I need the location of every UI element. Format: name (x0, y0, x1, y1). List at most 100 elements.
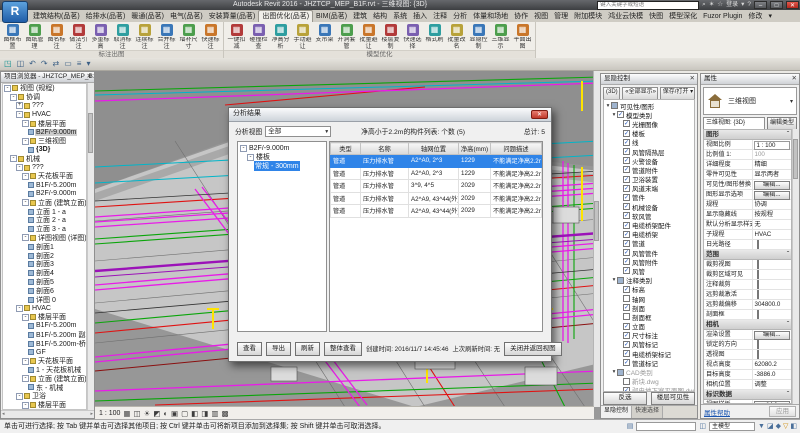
tree-item-{3D}[interactable]: {3D} (3, 146, 86, 155)
ribbon-button-图名标注[interactable]: ▦图名标注 (46, 23, 67, 50)
close-icon[interactable]: ✕ (792, 74, 797, 83)
table-row[interactable]: 管道压力排水管A2^A0, 2^31229不能满足净高2.2m (331, 167, 542, 180)
tab-暖通(品茗)[interactable]: 暖通(品茗) (128, 11, 167, 22)
dialog-button-整体查看[interactable]: 整体查看 (324, 342, 362, 356)
checkbox-checked[interactable] (617, 111, 624, 118)
ribbon-button-取消标注[interactable]: ▦取消标注 (112, 23, 133, 50)
ribbon-button-一键扣减[interactable]: ▦一键扣减 (226, 23, 247, 50)
checkbox-unchecked[interactable] (757, 290, 759, 299)
tab-建筑[interactable]: 建筑 (350, 11, 370, 22)
editable-only-icon[interactable]: ▼ (758, 420, 765, 433)
tree-expander-icon[interactable]: - (22, 314, 29, 321)
vis-category-轴网[interactable]: 轴网 (604, 294, 694, 303)
crop-view-icon[interactable]: ▣ (171, 409, 178, 418)
checkbox-checked[interactable] (623, 185, 630, 192)
tree-item-B1F/-5.200m-桥架[interactable]: B1F/-5.200m-桥架 (3, 339, 86, 348)
panel-tab-快速选择[interactable]: 快速选择 (632, 406, 663, 418)
property-section-相机[interactable]: 相机ˆ (704, 320, 791, 330)
checkbox-checked[interactable] (623, 286, 630, 293)
tree-item-机械[interactable]: -机械 (3, 154, 86, 163)
tree-expander-icon[interactable]: - (22, 402, 29, 409)
tab-体量和场地[interactable]: 体量和场地 (470, 11, 511, 22)
tab-出图优化(品茗)[interactable]: 出图优化(品茗) (258, 10, 313, 22)
selection-box-icon[interactable]: ▩ (221, 409, 228, 418)
properties-header[interactable]: 属性 ✕ (701, 74, 799, 85)
checkbox-checked[interactable] (623, 176, 630, 183)
user-interface-icon[interactable]: ▾ (86, 58, 90, 70)
dialog-close-return-button[interactable]: 关闭并返回视图 (504, 342, 562, 356)
dialog-tree-B2F/-9.000m[interactable]: -B2F/-9.000m (238, 144, 326, 153)
vis-category-光栅图像[interactable]: 光栅图像 (604, 119, 694, 128)
ribbon-button-批量避让[interactable]: ▦批量避让 (358, 23, 379, 50)
ribbon-button-多重标高[interactable]: ▦多重标高 (90, 23, 111, 50)
tree-expander-icon[interactable]: - (22, 234, 29, 241)
table-row[interactable]: 管道压力排水管A2^A9, 43^44(外)2029不能满足净高2.2m (331, 192, 542, 205)
lock-3d-icon[interactable]: ▥ (211, 409, 218, 418)
tree-expander-icon[interactable]: - (22, 375, 29, 382)
checkbox-checked[interactable] (623, 258, 630, 265)
ribbon-button-三维显示[interactable]: ▦三维显示 (490, 23, 511, 50)
close-button[interactable]: ✕ (786, 1, 799, 9)
tab-鸿业云快模[interactable]: 鸿业云快模 (605, 11, 646, 22)
ribbon-button-净高分析[interactable]: ▦净高分析 (270, 23, 291, 50)
tab-插入[interactable]: 插入 (410, 11, 430, 22)
ribbon-button-做法引注[interactable]: ▦做法引注 (68, 23, 89, 50)
close-icon[interactable]: ✕ (690, 74, 695, 83)
checkbox-unchecked[interactable] (757, 240, 759, 249)
application-menu-button[interactable]: R (2, 1, 28, 23)
plugin-icon[interactable]: ◳ (4, 58, 12, 70)
property-section-标识数据[interactable]: 标识数据ˆ (704, 390, 791, 400)
properties-scrollbar[interactable] (792, 129, 799, 404)
checkbox-partial[interactable] (617, 277, 624, 284)
tree-item-天花板平面[interactable]: -天花板平面 (3, 172, 86, 181)
exclude-options-icon[interactable]: ◪ (767, 420, 774, 433)
tab-结构[interactable]: 结构 (370, 11, 390, 22)
tab-安装算量(品茗)[interactable]: 安装算量(品茗) (206, 11, 259, 22)
checkbox-checked[interactable] (623, 323, 630, 330)
button-楼层可见性[interactable]: 楼层可见性 (651, 392, 695, 405)
design-option-combobox[interactable]: 主模型 (709, 422, 755, 431)
ribbon-button-支吊架[interactable]: ▦支吊架 (314, 23, 335, 50)
open-icon[interactable]: ◫ (17, 58, 25, 70)
filter-icon[interactable]: ▽ (783, 420, 788, 433)
checkbox-checked[interactable] (623, 166, 630, 173)
tab-系统[interactable]: 系统 (390, 11, 410, 22)
analysis-view-combobox[interactable]: 全部 ▼ (265, 126, 331, 137)
checkbox-partial[interactable] (617, 369, 624, 376)
scroll-thumb[interactable] (594, 201, 599, 241)
checkbox-unchecked[interactable] (757, 260, 759, 269)
ribbon-button-增补尺寸[interactable]: ▦增补尺寸 (178, 23, 199, 50)
vis-category-风道末端[interactable]: 风道末端 (604, 184, 694, 193)
checkbox-unchecked[interactable] (623, 295, 630, 302)
tree-expander-icon[interactable]: + (16, 102, 23, 109)
tab-协作[interactable]: 协作 (511, 11, 531, 22)
checkbox-unchecked[interactable] (623, 378, 630, 385)
property-section-图形[interactable]: 图形ˆ (704, 130, 791, 140)
checkbox-checked[interactable] (623, 267, 630, 274)
vis-category-楼板[interactable]: 楼板 (604, 129, 694, 138)
tree-expander-icon[interactable]: - (22, 120, 29, 127)
property-edit-button[interactable]: 编辑... (754, 181, 791, 190)
tree-expander-icon[interactable]: - (247, 154, 254, 161)
close-icon[interactable]: ✕ (87, 72, 92, 81)
tree-item-楼层平面[interactable]: -楼层平面 (3, 313, 86, 322)
tree-item-三维视图[interactable]: -三维视图 (3, 137, 86, 146)
checkbox-checked[interactable] (623, 240, 630, 247)
tab-修改[interactable]: 修改 (745, 11, 765, 22)
tab-建筑结构(品茗)[interactable]: 建筑结构(品茗) (30, 11, 83, 22)
tab-BIM(品茗)[interactable]: BIM(品茗) (313, 11, 350, 22)
tree-expander-icon[interactable]: - (16, 111, 23, 118)
tree-expander-icon[interactable]: - (10, 155, 17, 162)
redo-icon[interactable]: ⇄ (53, 58, 60, 70)
ribbon-button-手动避让[interactable]: ▦手动避让 (292, 23, 313, 50)
sun-path-icon[interactable]: ☀ (144, 409, 151, 418)
checkbox-partial[interactable] (611, 102, 618, 109)
tab-管理[interactable]: 管理 (551, 11, 571, 22)
table-row[interactable]: 管道压力排水管A2^A9, 43^44(外)2029不能满足净高2.2m (331, 205, 542, 218)
crop-region-icon[interactable]: ▢ (181, 409, 188, 418)
column-header-轴网位置[interactable]: 轴网位置 (409, 143, 459, 155)
tree-item-???[interactable]: +??? (3, 102, 86, 111)
canvas-vertical-scrollbar[interactable] (593, 71, 600, 407)
checkbox-unchecked[interactable] (757, 270, 759, 279)
tree-expander-icon[interactable]: - (22, 173, 29, 180)
